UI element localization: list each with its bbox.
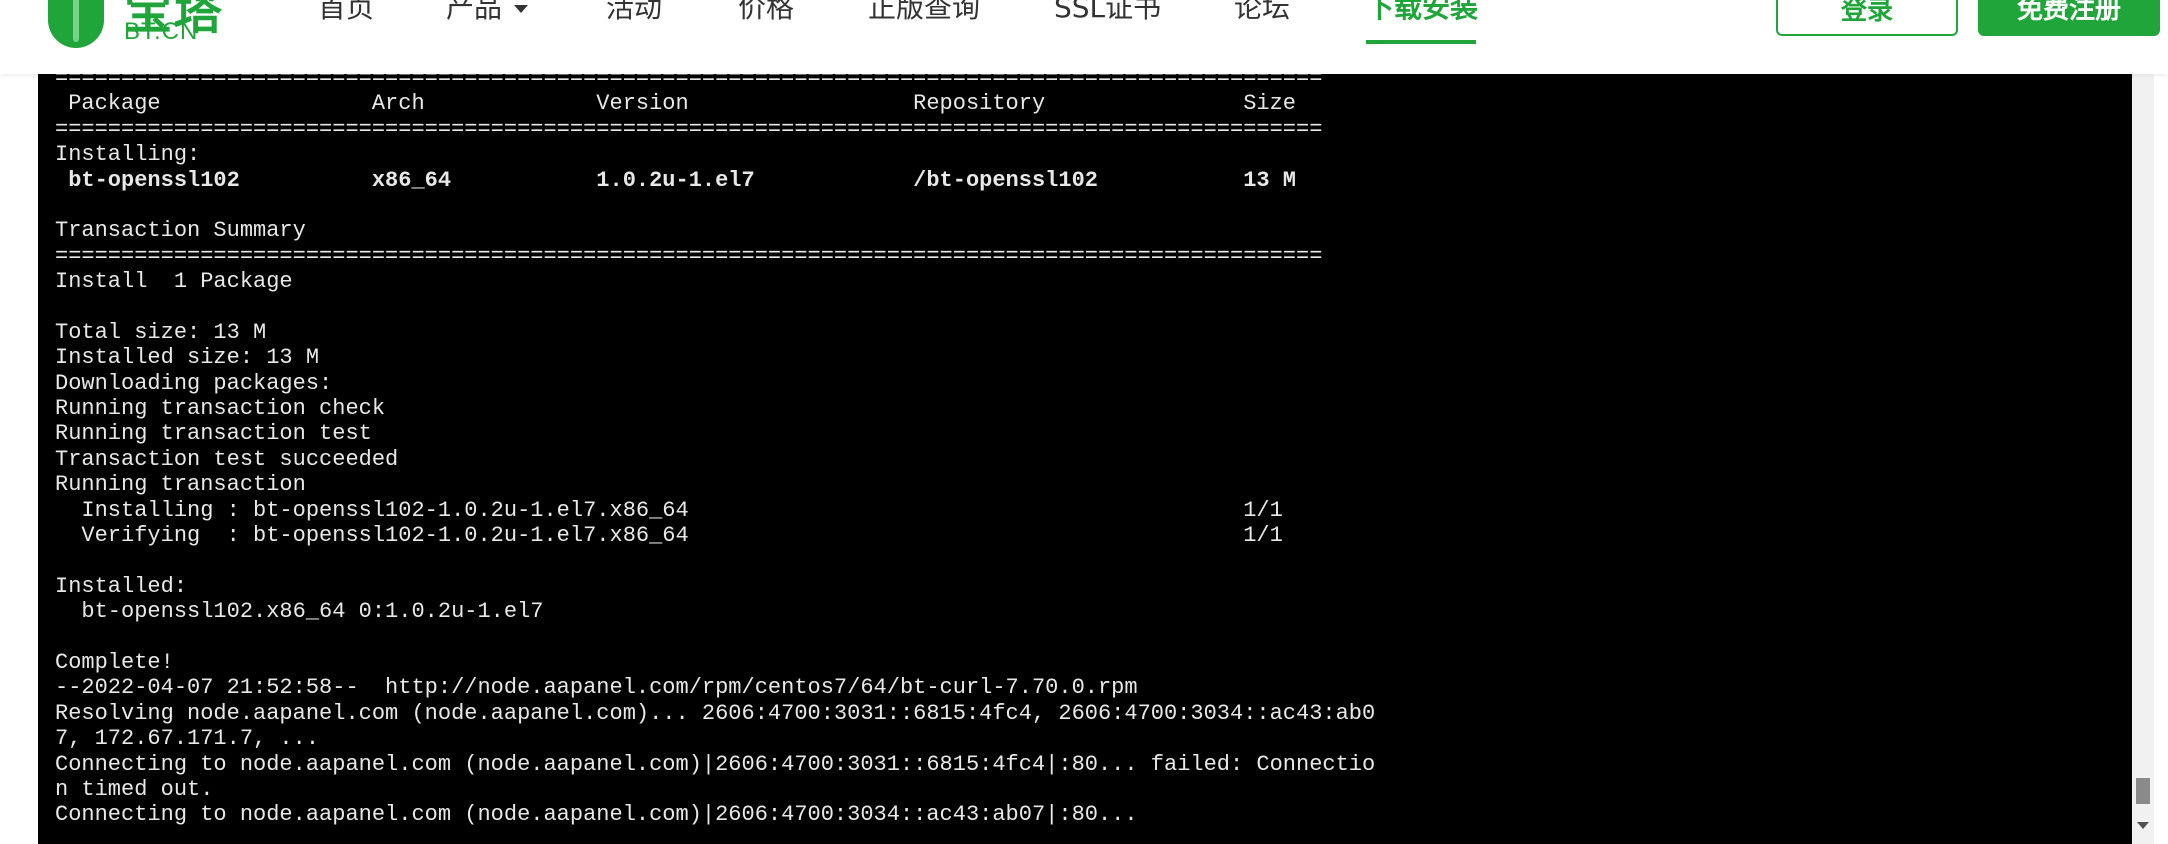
nav-products-label: 产品 [446,0,503,24]
terminal-output[interactable]: ========================================… [38,74,2132,844]
terminal-line: Total size: 13 M [55,319,267,345]
nav-pricing[interactable]: 价格 [738,0,794,28]
terminal-line: 7, 172.67.171.7, ... [55,726,320,752]
terminal-line: Verifying : bt-openssl102-1.0.2u-1.el7.x… [55,523,1283,549]
nav-home[interactable]: 首页 [318,0,374,28]
site-header: 宝塔 BT.CN 首页 产品 活动 价格 正版查询 SSL证书 论坛 下载安装 … [0,0,2168,74]
terminal-line: Transaction test succeeded [55,446,399,472]
terminal-line: Resolving node.aapanel.com (node.aapanel… [55,700,1376,726]
nav-license-check[interactable]: 正版查询 [868,0,980,28]
terminal-line: Running transaction test [55,421,372,447]
terminal-line: Downloading packages: [55,370,333,396]
terminal-line: bt-openssl102 x86_64 1.0.2u-1.el7 /bt-op… [55,167,1297,193]
terminal-line: ========================================… [55,243,1323,269]
terminal-line: Running transaction check [55,396,386,422]
register-button[interactable]: 免费注册 [1978,0,2160,36]
scroll-down-arrow-icon[interactable] [2137,822,2149,829]
scrollbar-thumb[interactable] [2136,778,2150,804]
terminal-line: Transaction Summary [55,218,306,244]
terminal-line: --2022-04-07 21:52:58-- http://node.aapa… [55,675,1138,701]
nav-download[interactable]: 下载安装 [1366,0,1478,28]
terminal-line: ========================================… [55,74,1323,91]
terminal-line: Installing: [55,142,201,168]
nav-ssl[interactable]: SSL证书 [1054,0,1161,28]
nav-activities[interactable]: 活动 [606,0,662,28]
active-nav-indicator [1366,40,1476,44]
chevron-down-icon [514,5,529,13]
terminal-line: n timed out. [55,776,214,802]
nav-forum[interactable]: 论坛 [1234,0,1290,28]
terminal-line: ========================================… [55,116,1323,142]
terminal-log: ========================================… [55,74,1375,828]
login-button[interactable]: 登录 [1776,0,1958,36]
terminal-line: Installed: [55,573,188,599]
nav-products[interactable]: 产品 [446,0,529,28]
logo-subtitle[interactable]: BT.CN [124,18,198,46]
terminal-line: Connecting to node.aapanel.com (node.aap… [55,751,1376,777]
bt-logo-icon[interactable] [48,0,104,48]
terminal-line: Running transaction [55,472,306,498]
terminal-line: bt-openssl102.x86_64 0:1.0.2u-1.el7 [55,599,544,625]
terminal-line: Installing : bt-openssl102-1.0.2u-1.el7.… [55,497,1283,523]
terminal-line: Installed size: 13 M [55,345,320,371]
terminal-line: Connecting to node.aapanel.com (node.aap… [55,802,1138,828]
terminal-line: Package Arch Version Repository Size [55,91,1297,117]
terminal-line: Complete! [55,649,174,675]
terminal-line: Install 1 Package [55,269,293,295]
page-scrollbar[interactable] [2132,74,2154,844]
